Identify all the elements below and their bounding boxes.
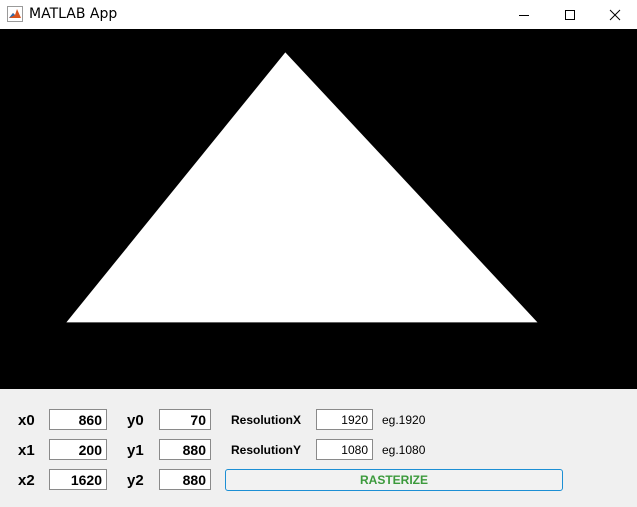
raster-svg bbox=[66, 52, 538, 323]
resolution-y-label: ResolutionY bbox=[231, 443, 302, 457]
raster-canvas bbox=[0, 29, 637, 389]
title-bar: MATLAB App bbox=[0, 0, 637, 29]
y1-label: y1 bbox=[127, 442, 144, 459]
x2-field[interactable] bbox=[49, 469, 107, 490]
minimize-icon bbox=[519, 14, 529, 16]
resolution-y-hint: eg.1080 bbox=[382, 443, 426, 457]
x0-label: x0 bbox=[18, 412, 35, 429]
rasterize-button-label: RASTERIZE bbox=[359, 473, 428, 487]
x1-label: x1 bbox=[18, 442, 35, 459]
maximize-button[interactable] bbox=[547, 0, 593, 29]
rasterized-triangle bbox=[66, 52, 538, 323]
minimize-button[interactable] bbox=[501, 0, 547, 29]
x1-field[interactable] bbox=[49, 439, 107, 460]
resolution-x-hint: eg.1920 bbox=[382, 413, 426, 427]
y2-label: y2 bbox=[127, 472, 144, 489]
controls-panel: x0 y0 ResolutionX eg.1920 x1 y1 Resoluti… bbox=[0, 389, 637, 507]
resolution-x-label: ResolutionX bbox=[231, 413, 302, 427]
resolution-x-field[interactable] bbox=[316, 409, 373, 430]
resolution-y-field[interactable] bbox=[316, 439, 373, 460]
x2-label: x2 bbox=[18, 472, 35, 489]
matlab-logo-icon bbox=[7, 6, 23, 22]
window-title: MATLAB App bbox=[29, 6, 118, 22]
x0-field[interactable] bbox=[49, 409, 107, 430]
rasterize-button[interactable]: RASTERIZE bbox=[225, 469, 563, 491]
y0-label: y0 bbox=[127, 412, 144, 429]
maximize-icon bbox=[565, 9, 575, 20]
y1-field[interactable] bbox=[159, 439, 211, 460]
close-icon bbox=[609, 9, 621, 20]
close-button[interactable] bbox=[592, 0, 637, 29]
y2-field[interactable] bbox=[159, 469, 211, 490]
y0-field[interactable] bbox=[159, 409, 211, 430]
